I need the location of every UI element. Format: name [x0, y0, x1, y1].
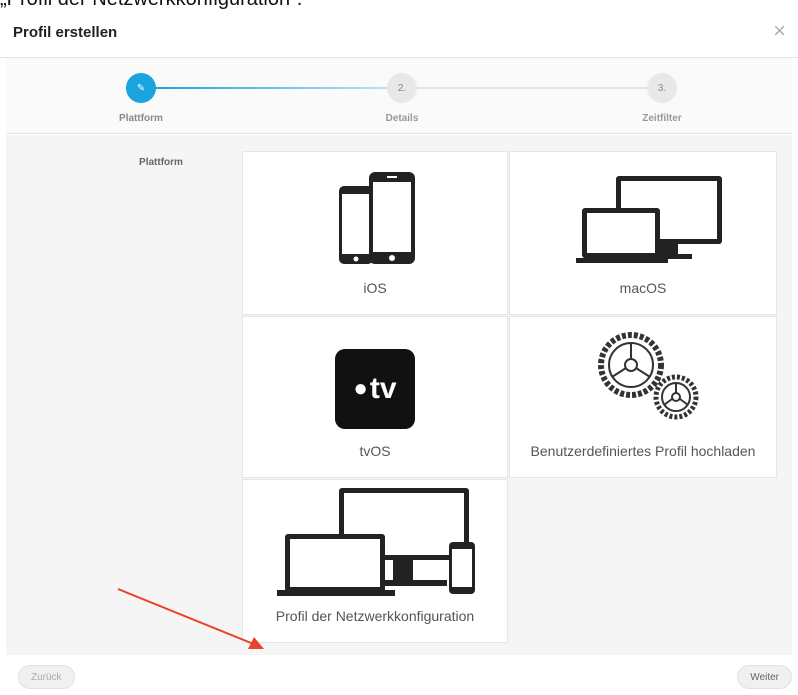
tile-custom-profile[interactable]: Benutzerdefiniertes Profil hochladen	[509, 316, 777, 478]
apple-tv-text: tv	[369, 372, 397, 405]
platform-section-label: Plattform	[139, 157, 183, 168]
step-connector-2	[414, 87, 659, 89]
tile-tvos[interactable]: ● tv tvOS	[242, 316, 508, 478]
dialog-title: Profil erstellen	[13, 24, 118, 41]
gears-icon	[598, 332, 699, 420]
step-3-label: Zeitfilter	[642, 113, 682, 124]
tile-network-configuration[interactable]: Profil der Netzwerkkonfiguration	[242, 479, 508, 643]
all-devices-icon	[277, 488, 475, 596]
step-1-label: Plattform	[119, 113, 163, 124]
step-1-pencil-icon[interactable]: ✎	[126, 73, 156, 103]
dialog-header: Profil erstellen ×	[0, 14, 798, 58]
create-profile-dialog: Profil erstellen × ✎ Plattform 2. Detail…	[0, 0, 798, 695]
mac-devices-icon	[576, 176, 722, 263]
tile-ios[interactable]: iOS	[242, 151, 508, 315]
step-connector-1	[154, 87, 399, 89]
apple-tv-icon: ● tv	[335, 349, 415, 429]
step-2-label: Details	[385, 113, 419, 124]
tile-network-configuration-label: Profil der Netzwerkkonfiguration	[275, 608, 475, 624]
tile-ios-label: iOS	[363, 280, 387, 296]
tile-macos-label: macOS	[619, 280, 667, 296]
tile-tvos-label: tvOS	[359, 443, 391, 459]
step-2-circle[interactable]: 2.	[387, 73, 417, 103]
dialog-footer: Zurück Weiter	[0, 656, 798, 695]
close-icon[interactable]: ×	[773, 20, 786, 42]
next-button[interactable]: Weiter	[737, 665, 792, 689]
red-arrow-annotation	[117, 588, 264, 649]
step-3-circle[interactable]: 3.	[647, 73, 677, 103]
apple-logo-icon: ●	[353, 375, 368, 402]
platform-content: Plattform iOS macOS ● tv tvOS Benutzerde…	[6, 135, 792, 655]
wizard-stepper: ✎ Plattform 2. Details 3. Zeitfilter	[6, 58, 792, 134]
iphone-devices-icon	[339, 172, 415, 264]
tile-macos[interactable]: macOS	[509, 151, 777, 315]
back-button[interactable]: Zurück	[18, 665, 75, 689]
tile-custom-profile-label: Benutzerdefiniertes Profil hochladen	[530, 443, 756, 459]
